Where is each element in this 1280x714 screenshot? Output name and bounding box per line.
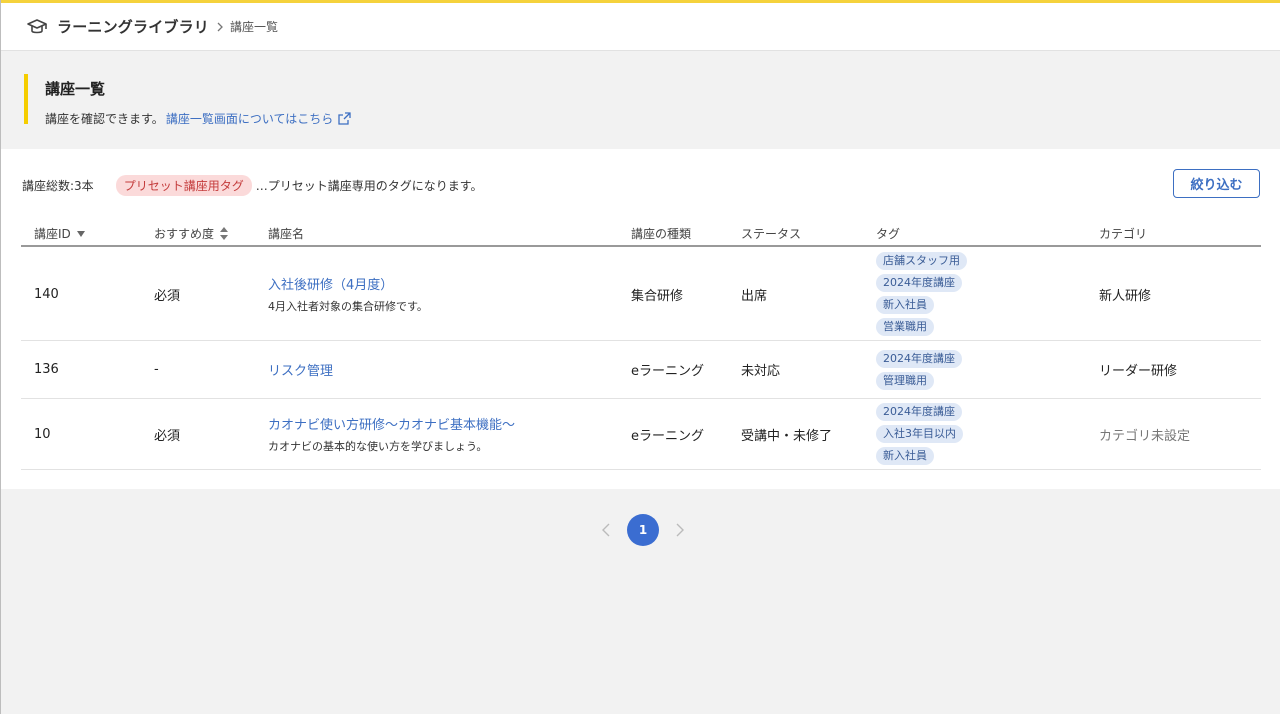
- course-category: カテゴリ未設定: [1099, 428, 1191, 444]
- course-type: eラーニング: [631, 364, 704, 379]
- course-description: 4月入社者対象の集合研修です。: [268, 300, 428, 313]
- sort-desc-icon[interactable]: [76, 230, 85, 237]
- tag-badge: 店舗スタッフ用: [876, 252, 967, 270]
- course-tags: 2024年度講座 入社3年目以内 新入社員: [876, 399, 963, 469]
- header-course-id[interactable]: 講座ID: [34, 225, 85, 242]
- total-count: 講座総数:3本: [22, 179, 94, 193]
- course-type: 集合研修: [631, 288, 684, 304]
- course-list-panel: 講座総数:3本 プリセット講座用タグ …プリセット講座専用のタグになります。 絞…: [1, 149, 1280, 489]
- app-title[interactable]: ラーニングライブラリ: [57, 16, 209, 37]
- table-row[interactable]: 10 必須 カオナビ使い方研修～カオナビ基本機能～ カオナビの基本的な使い方を学…: [21, 399, 1261, 470]
- course-name-link[interactable]: 入社後研修（4月度）: [268, 274, 393, 293]
- preset-tag-note: …プリセット講座専用のタグになります。: [255, 179, 483, 193]
- course-tags: 2024年度講座 管理職用: [876, 341, 962, 398]
- page-title: 講座一覧: [45, 80, 106, 98]
- course-id: 10: [34, 426, 51, 442]
- course-recommend: 必須: [154, 288, 181, 304]
- breadcrumb-chevron-icon: [216, 22, 224, 32]
- course-name-cell: リスク管理: [268, 341, 333, 398]
- header-recommend[interactable]: おすすめ度: [154, 225, 229, 242]
- preset-tag-badge: プリセット講座用タグ: [115, 175, 252, 196]
- table-row[interactable]: 140 必須 入社後研修（4月度） 4月入社者対象の集合研修です。 集合研修 出…: [21, 248, 1261, 341]
- course-name-link[interactable]: カオナビ使い方研修～カオナビ基本機能～: [268, 414, 515, 433]
- course-recommend: -: [154, 362, 159, 377]
- header-status: ステータス: [741, 227, 802, 241]
- course-category: 新人研修: [1099, 288, 1152, 304]
- header-course-id-label: 講座ID: [34, 227, 71, 241]
- header-tags: タグ: [876, 227, 901, 241]
- prev-page-icon[interactable]: [598, 522, 614, 538]
- tag-badge: 2024年度講座: [876, 274, 962, 292]
- course-description: カオナビの基本的な使い方を学びましょう。: [268, 440, 488, 453]
- filter-button[interactable]: 絞り込む: [1173, 169, 1260, 198]
- course-status: 受講中・未修了: [741, 428, 833, 444]
- course-name-cell: カオナビ使い方研修～カオナビ基本機能～ カオナビの基本的な使い方を学びましょう。: [268, 399, 515, 469]
- top-header: ラーニングライブラリ 講座一覧: [1, 3, 1280, 51]
- course-type: eラーニング: [631, 428, 704, 444]
- next-page-icon[interactable]: [672, 522, 688, 538]
- course-status: 出席: [741, 288, 768, 304]
- course-status: 未対応: [741, 364, 781, 379]
- course-id: 136: [34, 362, 59, 377]
- external-link-icon[interactable]: [338, 112, 351, 125]
- table-row[interactable]: 136 - リスク管理 eラーニング 未対応 2024年度講座 管理職用 リーダ…: [21, 341, 1261, 399]
- breadcrumb-current: 講座一覧: [230, 20, 279, 34]
- tag-badge: 新入社員: [876, 296, 934, 314]
- tag-badge: 2024年度講座: [876, 403, 962, 421]
- page-description: 講座を確認できます。 講座一覧画面についてはこちら: [45, 110, 624, 127]
- course-id: 140: [34, 286, 59, 302]
- tag-badge: 営業職用: [876, 318, 934, 336]
- header-course-name: 講座名: [268, 227, 305, 241]
- course-tags: 店舗スタッフ用 2024年度講座 新入社員 営業職用: [876, 248, 967, 340]
- course-name-cell: 入社後研修（4月度） 4月入社者対象の集合研修です。: [268, 248, 428, 340]
- tag-badge: 2024年度講座: [876, 349, 962, 368]
- table-header: 講座ID おすすめ度 講座名 講座の種類 ステータス タグ カテゴリ: [21, 219, 1261, 247]
- pagination: 1: [598, 514, 688, 546]
- header-recommend-label: おすすめ度: [154, 227, 215, 241]
- summary-bar: 講座総数:3本 プリセット講座用タグ …プリセット講座専用のタグになります。: [22, 175, 483, 196]
- sort-toggle-icon[interactable]: [220, 227, 229, 240]
- course-recommend: 必須: [154, 428, 181, 444]
- course-category: リーダー研修: [1099, 364, 1178, 379]
- help-link[interactable]: 講座一覧画面についてはこちら: [166, 110, 333, 127]
- page-description-text: 講座を確認できます。: [45, 112, 164, 126]
- graduation-cap-icon: [26, 16, 48, 38]
- page-number-current[interactable]: 1: [627, 514, 659, 546]
- header-course-type: 講座の種類: [631, 227, 692, 241]
- header-category: カテゴリ: [1099, 227, 1148, 241]
- tag-badge: 入社3年目以内: [876, 425, 963, 443]
- tag-badge: 新入社員: [876, 447, 934, 465]
- page-heading: 講座一覧 講座を確認できます。 講座一覧画面についてはこちら: [24, 74, 624, 127]
- tag-badge: 管理職用: [876, 371, 934, 390]
- course-name-link[interactable]: リスク管理: [268, 360, 333, 379]
